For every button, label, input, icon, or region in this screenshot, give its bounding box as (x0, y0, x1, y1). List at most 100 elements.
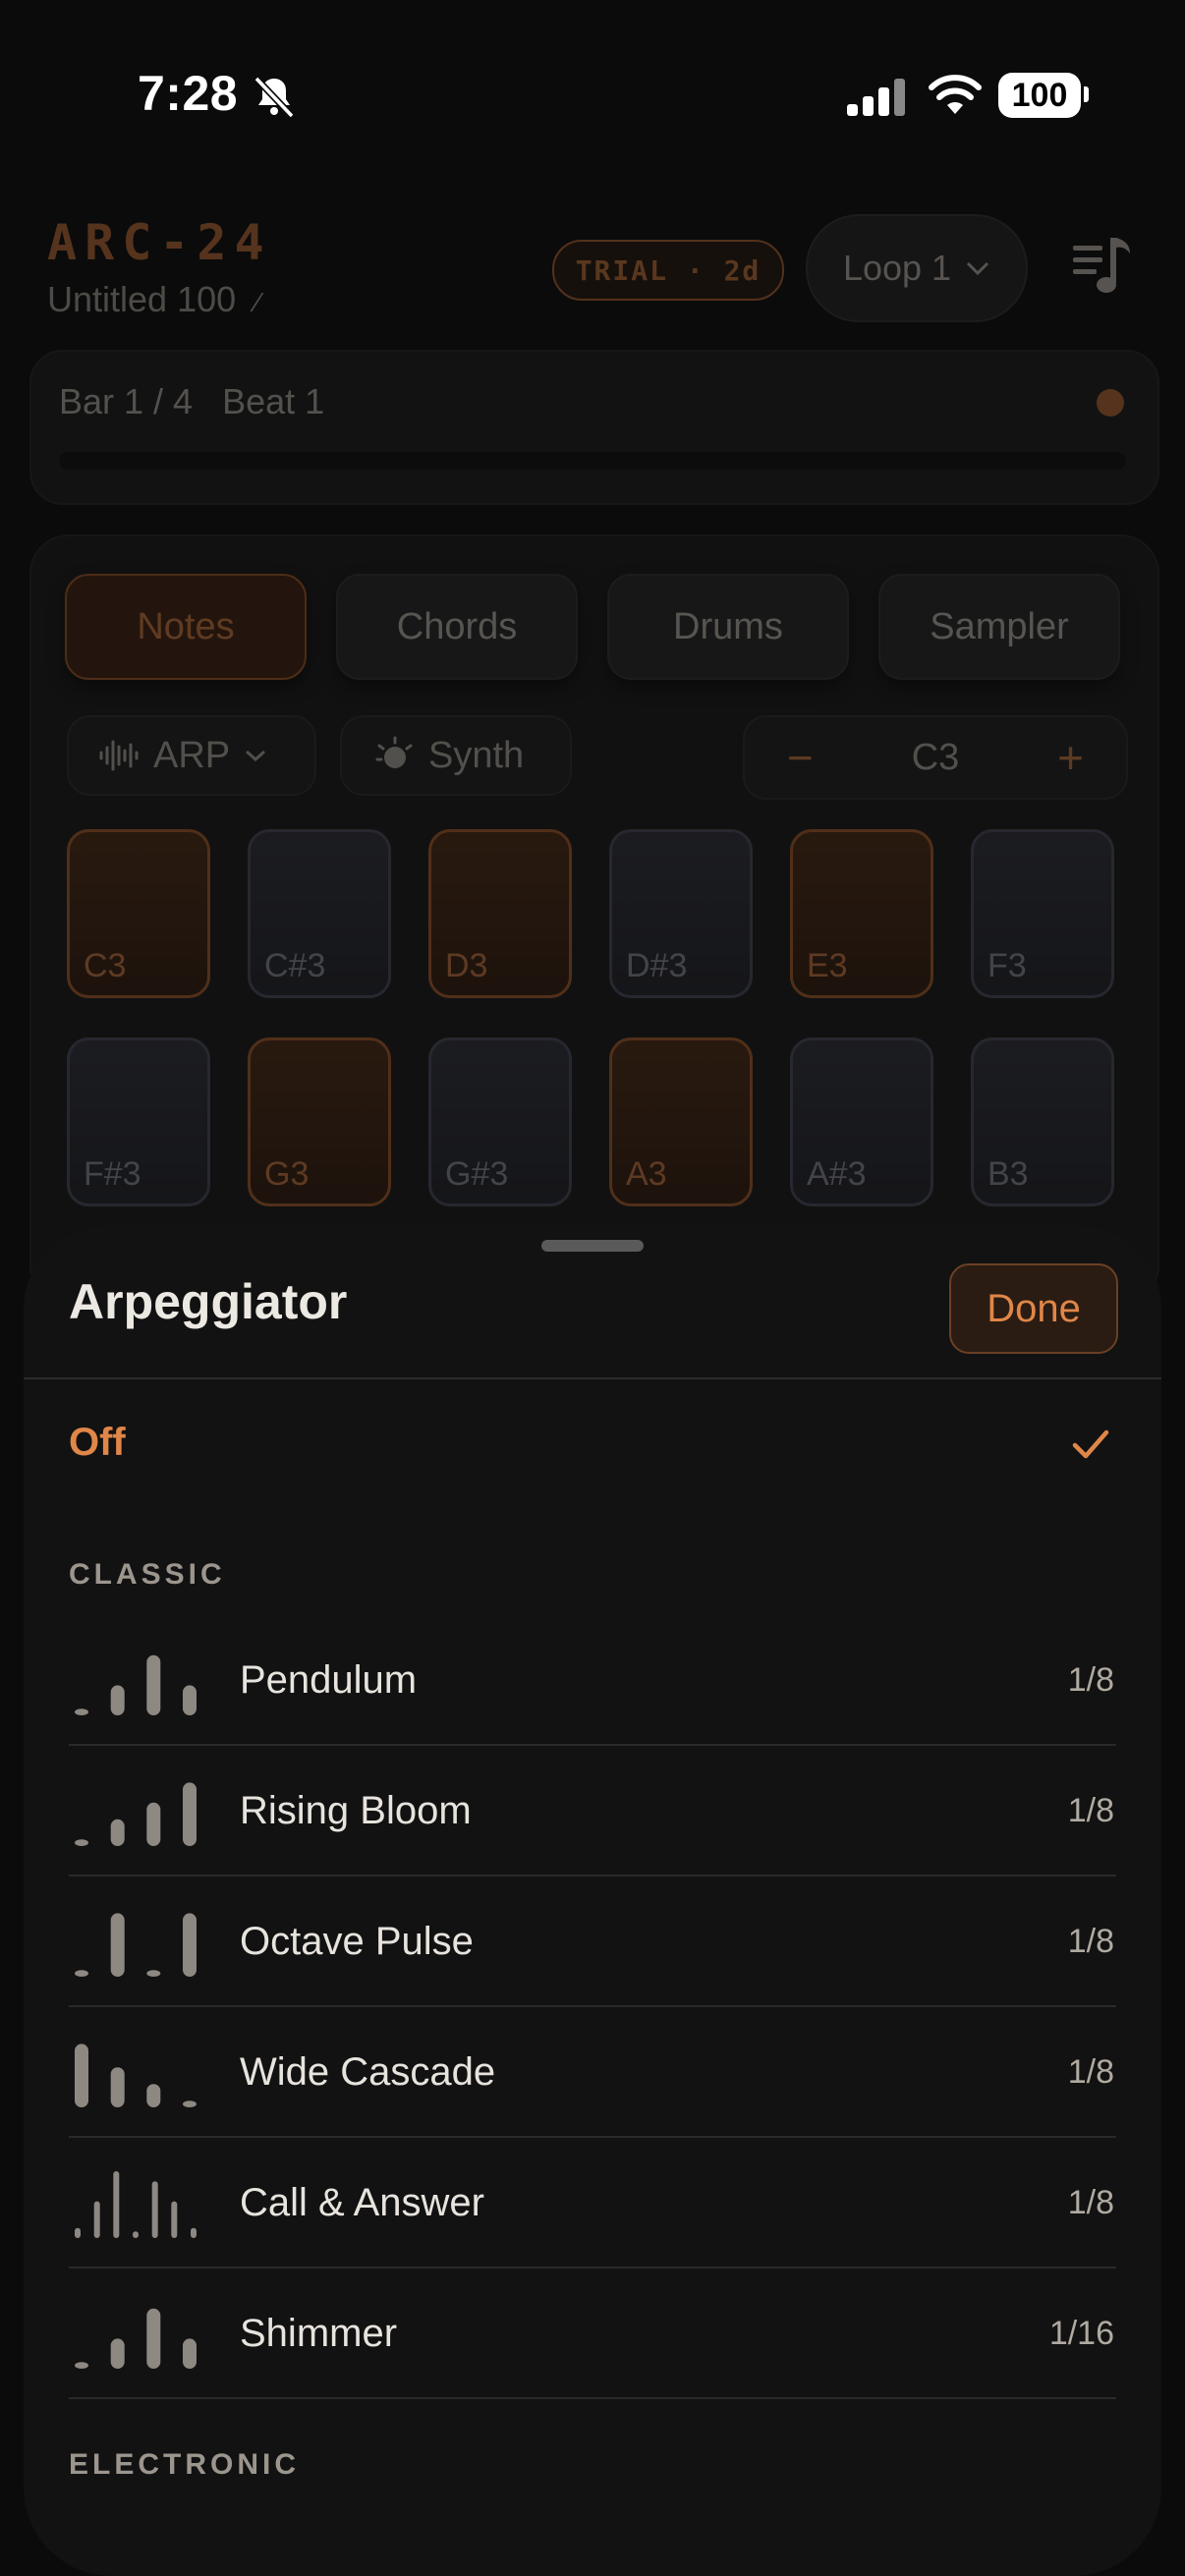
arp-pattern-row[interactable]: Wide Cascade 1/8 (69, 2007, 1116, 2138)
arp-pattern-row[interactable]: Pendulum 1/8 (69, 1615, 1116, 1746)
note-pad-label: D3 (445, 947, 488, 984)
pattern-step (171, 2201, 178, 2238)
pattern-rate: 1/8 (1067, 1792, 1114, 1829)
note-pad-label: D#3 (626, 947, 688, 984)
note-pad[interactable]: F#3 (67, 1037, 210, 1206)
pattern-name: Rising Bloom (240, 1789, 472, 1832)
note-pad-label: F#3 (84, 1155, 141, 1193)
octave-stepper: − C3 + (743, 715, 1128, 800)
note-pad[interactable]: D#3 (609, 829, 753, 998)
arp-label: ARP (153, 734, 231, 776)
note-pad[interactable]: B3 (971, 1037, 1114, 1206)
loop-label: Loop 1 (842, 248, 952, 288)
pattern-step (113, 2171, 120, 2238)
music-list-icon[interactable] (1071, 234, 1134, 299)
trial-badge[interactable]: TRIAL · 2d (552, 240, 784, 301)
arp-pattern-row[interactable]: Octave Pulse 1/8 (69, 1876, 1116, 2007)
pattern-step (75, 1839, 88, 1846)
note-pad[interactable]: D3 (428, 829, 572, 998)
octave-value: C3 (911, 736, 960, 778)
pattern-step (183, 1913, 197, 1977)
pattern-step (93, 2201, 100, 2238)
section-header: ELECTRONIC (69, 2448, 300, 2481)
pattern-step (146, 2084, 161, 2107)
note-pad[interactable]: G#3 (428, 1037, 572, 1206)
transport-panel (29, 350, 1159, 505)
sheet-grabber[interactable] (541, 1240, 644, 1252)
pattern-step (133, 2231, 139, 2238)
pattern-step (146, 1802, 161, 1846)
octave-increase-button[interactable]: + (1057, 731, 1084, 784)
pattern-name: Octave Pulse (240, 1920, 474, 1963)
project-name: Untitled 100 (47, 279, 237, 319)
note-pad[interactable]: A#3 (790, 1037, 933, 1206)
pattern-preview-icon (75, 1913, 197, 1977)
pattern-step (146, 1654, 161, 1715)
arp-pattern-row[interactable]: Call & Answer 1/8 (69, 2138, 1116, 2268)
playback-progress-bar[interactable] (59, 452, 1126, 470)
pattern-preview-icon (75, 2044, 197, 2107)
note-pad-label: G3 (264, 1155, 310, 1193)
chevron-down-icon (966, 261, 989, 276)
note-pad[interactable]: C#3 (248, 829, 391, 998)
done-button[interactable]: Done (949, 1263, 1118, 1354)
note-pad-label: C3 (84, 947, 127, 984)
pattern-step (110, 1685, 125, 1715)
note-pad[interactable]: E3 (790, 829, 933, 998)
tab-notes[interactable]: Notes (65, 574, 307, 680)
pattern-step (146, 1970, 161, 1977)
status-time: 7:28 (138, 66, 239, 121)
arp-pattern-row[interactable]: Rising Bloom 1/8 (69, 1746, 1116, 1876)
note-pad[interactable]: A3 (609, 1037, 753, 1206)
wifi-icon (929, 75, 982, 114)
bell-muted-icon (254, 76, 295, 119)
tab-sampler[interactable]: Sampler (878, 574, 1120, 680)
pattern-step (110, 2067, 125, 2107)
loop-selector[interactable]: Loop 1 (806, 214, 1028, 322)
project-title[interactable]: Untitled 100 ⁄ (47, 279, 260, 320)
note-pad-label: C#3 (264, 947, 326, 984)
off-option-label: Off (69, 1421, 126, 1464)
pattern-name: Call & Answer (240, 2181, 484, 2224)
tab-drums[interactable]: Drums (607, 574, 849, 680)
pattern-name: Wide Cascade (240, 2050, 496, 2094)
edit-pencil-icon: ⁄ (255, 287, 260, 317)
synth-selector[interactable]: Synth (340, 715, 572, 796)
note-pad-label: G#3 (445, 1155, 509, 1193)
note-pad[interactable]: C3 (67, 829, 210, 998)
pattern-step (75, 2362, 88, 2369)
sheet-title: Arpeggiator (69, 1274, 348, 1329)
synth-label: Synth (428, 734, 525, 776)
pattern-step (75, 2227, 81, 2238)
pattern-step (75, 1970, 88, 1977)
note-pad-label: E3 (807, 947, 848, 984)
synth-dial-icon (375, 736, 413, 768)
pattern-step (183, 1782, 197, 1846)
pattern-preview-icon (75, 2308, 197, 2369)
arp-option-off[interactable] (24, 1377, 1161, 1515)
pattern-name: Shimmer (240, 2312, 398, 2355)
record-indicator (1097, 389, 1124, 417)
octave-decrease-button[interactable]: − (787, 731, 814, 784)
pattern-step (151, 2181, 158, 2238)
pattern-step (183, 2100, 197, 2107)
pattern-step (75, 2044, 88, 2107)
pattern-step (146, 2308, 161, 2369)
note-pad-label: A#3 (807, 1155, 867, 1193)
bar-beat-readout: Bar 1 / 4 Beat 1 (59, 381, 325, 421)
pattern-preview-icon (75, 2171, 197, 2238)
app-brand: ARC-24 (47, 214, 272, 271)
pattern-rate: 1/8 (1067, 1661, 1114, 1699)
note-pad-label: A3 (626, 1155, 667, 1193)
tab-chords[interactable]: Chords (336, 574, 578, 680)
arp-pattern-row[interactable]: Shimmer 1/16 (69, 2268, 1116, 2399)
chevron-down-icon (246, 750, 266, 762)
pattern-rate: 1/8 (1067, 1923, 1114, 1960)
row-divider (69, 2397, 1116, 2399)
checkmark-icon (1072, 1429, 1109, 1459)
waveform-icon (99, 740, 139, 771)
pattern-step (183, 1685, 197, 1715)
note-pad[interactable]: G3 (248, 1037, 391, 1206)
arp-dropdown[interactable]: ARP (67, 715, 316, 796)
note-pad[interactable]: F3 (971, 829, 1114, 998)
